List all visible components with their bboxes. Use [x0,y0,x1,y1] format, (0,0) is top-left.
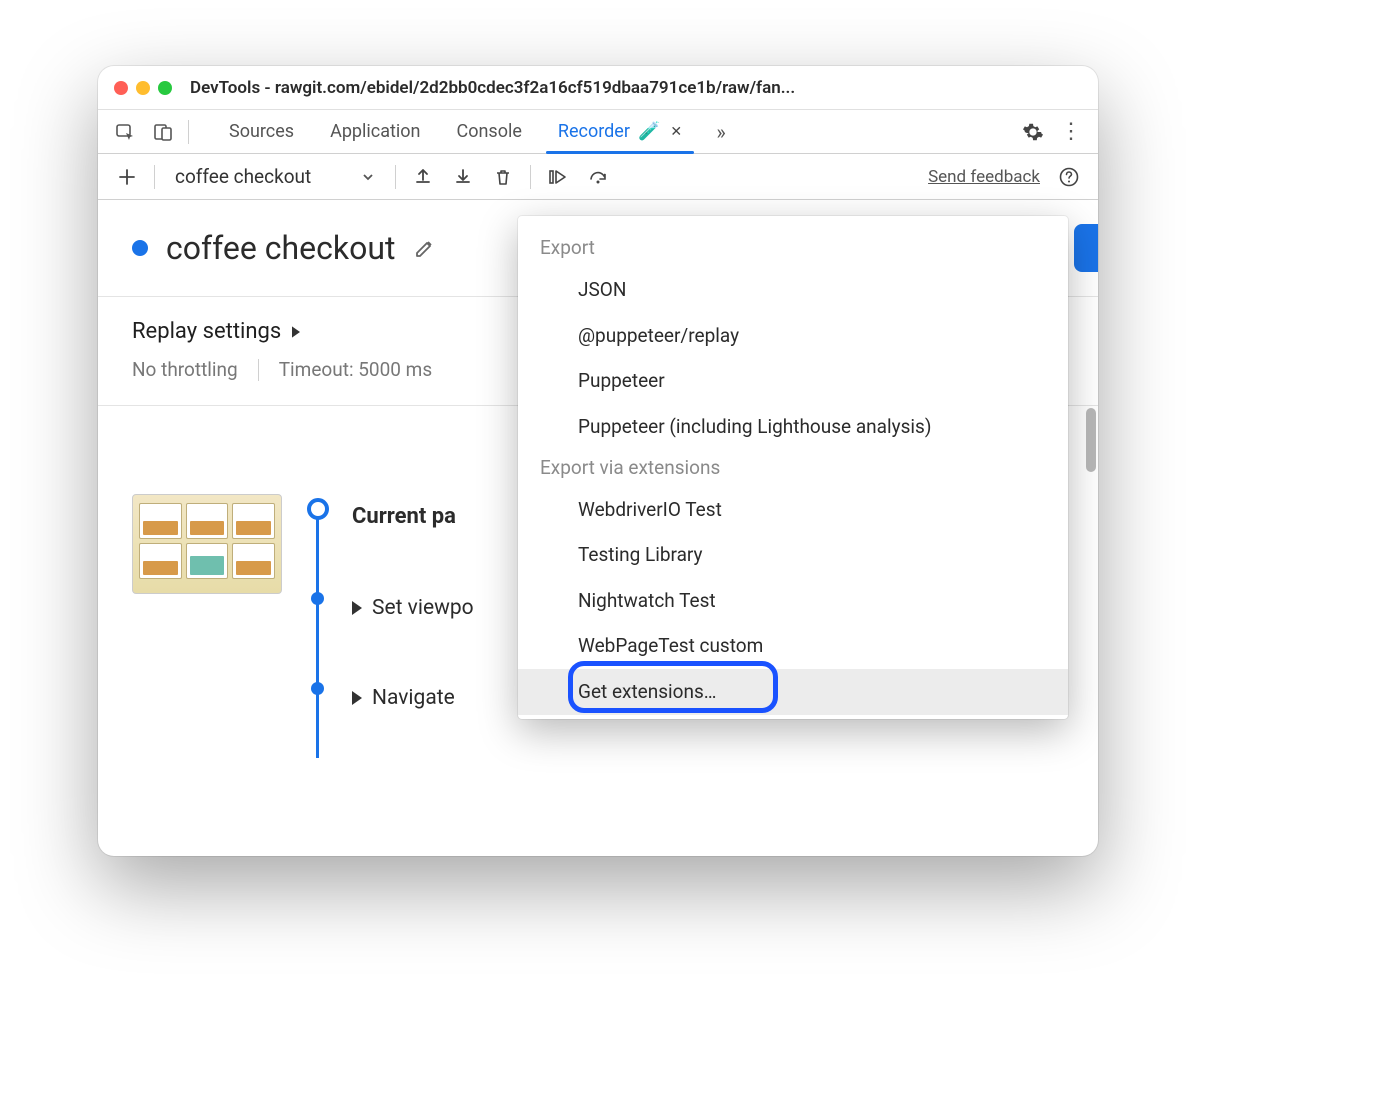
delete-button[interactable] [486,160,520,194]
export-puppeteer-replay[interactable]: @puppeteer/replay [518,313,1068,359]
tab-application[interactable]: Application [312,110,438,153]
step-over-button[interactable] [581,160,615,194]
divider [530,165,531,189]
export-section-header: Export [518,230,1068,267]
window-title: DevTools - rawgit.com/ebidel/2d2bb0cdec3… [190,78,1082,98]
tab-label: Recorder [558,121,630,142]
divider [395,165,396,189]
divider [258,359,259,381]
experiment-icon: 🧪 [638,121,660,142]
edit-title-button[interactable] [413,236,437,260]
tab-label: Application [330,121,420,142]
new-recording-button[interactable] [110,160,144,194]
replay-settings-label: Replay settings [132,319,281,344]
expand-icon [352,601,362,615]
export-testing-library[interactable]: Testing Library [518,532,1068,578]
divider [154,165,155,189]
throttling-value: No throttling [132,358,238,381]
close-tab-icon[interactable]: ✕ [670,124,682,140]
tab-label: Sources [229,121,294,142]
devtools-window: DevTools - rawgit.com/ebidel/2d2bb0cdec3… [98,66,1098,856]
record-status-dot-icon [132,240,148,256]
replay-button-edge[interactable] [1074,224,1098,272]
export-webpagetest[interactable]: WebPageTest custom [518,623,1068,669]
titlebar: DevTools - rawgit.com/ebidel/2d2bb0cdec3… [98,66,1098,110]
export-puppeteer-lighthouse[interactable]: Puppeteer (including Lighthouse analysis… [518,404,1068,450]
tab-label: Console [456,121,521,142]
timeline [302,494,332,718]
recording-title: coffee checkout [166,229,395,267]
device-toolbar-icon[interactable] [146,115,180,149]
chevron-down-icon [361,170,375,184]
tab-recorder[interactable]: Recorder 🧪 ✕ [540,110,700,153]
panel-tabs: Sources Application Console Recorder 🧪 ✕ [211,110,700,153]
export-menu: Export JSON @puppeteer/replay Puppeteer … [518,216,1068,719]
export-button[interactable] [406,160,440,194]
step-label: Set viewpo [372,596,474,620]
close-window-button[interactable] [114,81,128,95]
settings-gear-icon[interactable] [1016,115,1050,149]
timeline-marker [311,592,324,605]
step-label: Navigate [372,686,455,710]
export-webdriverio[interactable]: WebdriverIO Test [518,487,1068,533]
page-thumbnail [132,494,282,594]
timeline-marker [311,682,324,695]
maximize-window-button[interactable] [158,81,172,95]
export-puppeteer[interactable]: Puppeteer [518,358,1068,404]
recording-dropdown-label: coffee checkout [175,165,311,188]
expand-icon [352,691,362,705]
export-get-extensions[interactable]: Get extensions… [518,669,1068,715]
export-nightwatch[interactable]: Nightwatch Test [518,578,1068,624]
more-tabs-icon[interactable]: » [704,115,738,149]
timeline-marker-current [307,498,329,520]
step-through-button[interactable] [541,160,575,194]
chevron-right-icon [292,326,300,337]
scrollbar-thumb[interactable] [1086,408,1096,472]
minimize-window-button[interactable] [136,81,150,95]
export-extensions-header: Export via extensions [518,450,1068,487]
send-feedback-link[interactable]: Send feedback [928,167,1040,187]
kebab-menu-icon[interactable]: ⋮ [1054,115,1088,149]
help-button[interactable] [1052,160,1086,194]
traffic-lights [114,81,172,95]
panel-tabs-row: Sources Application Console Recorder 🧪 ✕… [98,110,1098,154]
import-button[interactable] [446,160,480,194]
recording-dropdown[interactable]: coffee checkout [165,161,385,192]
export-json[interactable]: JSON [518,267,1068,313]
recorder-toolbar: coffee checkout Send feedback [98,154,1098,200]
tab-console[interactable]: Console [438,110,539,153]
step-label: Current pa [352,504,456,529]
inspect-element-icon[interactable] [108,115,142,149]
tab-sources[interactable]: Sources [211,110,312,153]
divider [188,120,189,144]
timeout-value: Timeout: 5000 ms [279,358,432,381]
